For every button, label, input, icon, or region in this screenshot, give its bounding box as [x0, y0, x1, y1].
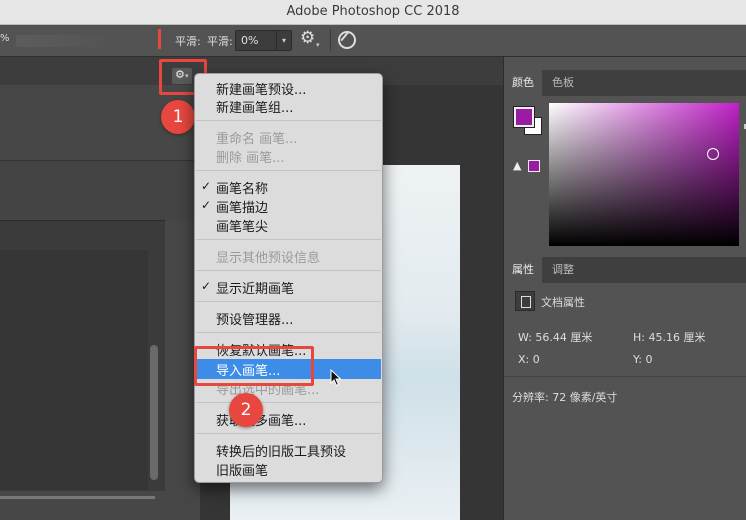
width-value: W: 56.44 厘米 [518, 331, 593, 344]
warning-icon: ▲ [513, 159, 522, 172]
menu-item-new-brush-group[interactable]: 新建画笔组... [216, 97, 293, 116]
divider [504, 376, 746, 377]
tab-swatches[interactable]: 色板 [544, 70, 582, 96]
annotation-badge-2: 2 [229, 393, 263, 427]
x-value: X: 0 [518, 353, 540, 366]
gear-icon[interactable]: ⚙ [300, 28, 315, 48]
document-icon [515, 291, 535, 311]
menu-item-converted-legacy-presets[interactable]: 转换后的旧版工具预设 [216, 441, 346, 460]
menu-item-show-preset-info: 显示其他预设信息 [216, 251, 321, 266]
menu-separator [196, 402, 381, 403]
menu-item-preset-manager[interactable]: 预设管理器... [216, 309, 293, 328]
resolution-value: 分辨率: 72 像素/英寸 [512, 391, 618, 404]
menu-separator [196, 239, 381, 240]
zoom-fragment: % [0, 33, 10, 44]
menu-separator [196, 170, 381, 171]
color-picker-field[interactable] [549, 103, 739, 246]
annotation-badge-1: 1 [161, 100, 195, 134]
horizontal-scrollbar[interactable] [0, 496, 155, 499]
foreground-color-swatch[interactable] [513, 106, 535, 128]
options-bar: % 平滑: 平滑: 0% ▾ ⚙ ▾ [0, 25, 746, 57]
dropdown-arrow-icon[interactable]: ▾ [276, 31, 291, 50]
menu-separator [196, 433, 381, 434]
menu-separator [196, 270, 381, 271]
menu-separator [196, 120, 381, 121]
menu-item-brush-tip[interactable]: 画笔笔尖 [216, 216, 268, 235]
checkmark-icon: ✓ [201, 179, 212, 193]
scrollbar[interactable] [150, 345, 158, 480]
properties-tabstrip: 属性 调整 [504, 257, 746, 283]
color-picker-cursor[interactable] [707, 148, 719, 160]
tab-adjustments[interactable]: 调整 [544, 257, 582, 283]
document-properties-title: 文档属性 [541, 296, 585, 309]
brush-panel-header [0, 160, 200, 221]
color-tabstrip: 颜色 色板 [504, 70, 746, 96]
tab-color[interactable]: 颜色 [504, 70, 542, 96]
menu-item-brush-name[interactable]: 画笔名称 [216, 178, 268, 197]
title-bar: Adobe Photoshop CC 2018 [0, 0, 746, 25]
height-value: H: 45.16 厘米 [633, 331, 706, 344]
brush-list[interactable] [0, 250, 148, 490]
menu-item-new-brush-preset[interactable]: 新建画笔预设... [216, 79, 306, 98]
highlight-mark [158, 29, 161, 49]
checkmark-icon: ✓ [201, 198, 212, 212]
smoothing-value: 0% [241, 34, 259, 47]
smoothing-label-1: 平滑: [175, 35, 201, 48]
right-panel: 颜色 色板 ▲ 属性 调整 文档属性 W: 56.44 厘米 H: 45.16 … [503, 57, 746, 520]
tab-properties[interactable]: 属性 [504, 257, 542, 283]
brush-preview-strip [16, 35, 106, 47]
smoothing-field[interactable]: 0% ▾ [235, 30, 292, 51]
menu-separator [196, 332, 381, 333]
pressure-icon[interactable] [338, 30, 356, 49]
divider [330, 29, 331, 51]
menu-separator [196, 301, 381, 302]
mouse-cursor-icon [330, 369, 342, 387]
checkmark-icon: ✓ [201, 279, 212, 293]
brush-panel-menu: 新建画笔预设... 新建画笔组... 重命名 画笔... 删除 画笔... ✓ … [194, 73, 383, 483]
menu-item-brush-stroke[interactable]: 画笔描边 [216, 197, 268, 216]
smoothing-label: 平滑: [207, 35, 233, 48]
menu-item-show-recent-brushes[interactable]: 显示近期画笔 [216, 278, 294, 297]
menu-item-rename-brush: 重命名 画笔... [216, 132, 298, 147]
window-title: Adobe Photoshop CC 2018 [286, 4, 460, 19]
menu-item-legacy-brushes[interactable]: 旧版画笔 [216, 460, 268, 479]
gamut-swatch[interactable] [528, 160, 540, 172]
menu-item-delete-brush: 删除 画笔... [216, 151, 285, 166]
annotation-box-2 [194, 346, 314, 386]
dropdown-arrow-icon: ▾ [316, 41, 320, 49]
y-value: Y: 0 [633, 353, 653, 366]
